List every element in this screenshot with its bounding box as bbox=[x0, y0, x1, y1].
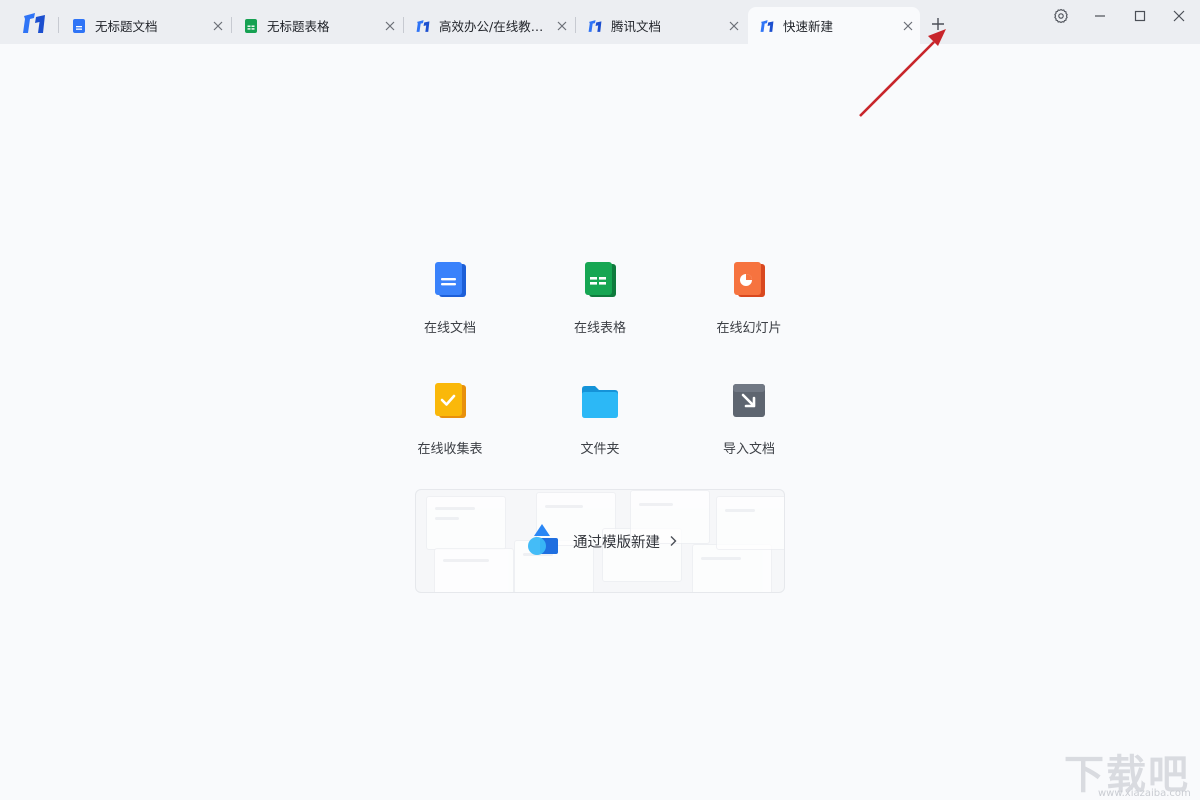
minimize-icon bbox=[1095, 15, 1105, 17]
tile-label: 在线文档 bbox=[423, 321, 476, 336]
maximize-icon bbox=[1134, 10, 1146, 22]
new-online-doc-tile[interactable]: 在线文档 bbox=[395, 260, 505, 350]
import-doc-icon bbox=[733, 384, 765, 417]
online-form-icon bbox=[435, 383, 466, 418]
chevron-right-icon bbox=[670, 536, 677, 546]
new-online-form-tile[interactable]: 在线收集表 bbox=[395, 381, 505, 471]
tab-separator bbox=[58, 17, 59, 33]
folder-icon bbox=[582, 386, 618, 418]
new-online-slides-tile[interactable]: 在线幻灯片 bbox=[694, 260, 804, 350]
online-slides-icon bbox=[734, 262, 765, 297]
sheet-icon bbox=[245, 18, 257, 33]
template-preview bbox=[716, 496, 784, 550]
tab-label: 高效办公/在线教育... bbox=[439, 19, 548, 34]
new-folder-tile[interactable]: 文件夹 bbox=[545, 381, 655, 471]
watermark-url: www.xiazaiba.com bbox=[1098, 788, 1191, 799]
app-logo-icon bbox=[416, 19, 430, 32]
template-preview bbox=[434, 548, 514, 592]
tab-quick-new[interactable]: 快速新建 bbox=[748, 7, 920, 44]
plus-icon bbox=[932, 18, 944, 30]
app-logo-icon[interactable] bbox=[22, 12, 46, 34]
tab-tencent-docs[interactable]: 腾讯文档 bbox=[576, 7, 746, 44]
tile-label: 在线收集表 bbox=[417, 442, 483, 457]
close-window-button[interactable] bbox=[1168, 5, 1190, 27]
new-from-template-card[interactable]: 通过模版新建 bbox=[415, 489, 785, 593]
app-logo-icon bbox=[760, 19, 774, 32]
close-icon[interactable] bbox=[382, 18, 398, 34]
template-content: 通过模版新建 bbox=[526, 522, 678, 560]
settings-button[interactable] bbox=[1050, 5, 1072, 27]
tile-label: 在线幻灯片 bbox=[716, 321, 782, 336]
template-preview bbox=[692, 544, 772, 592]
online-doc-icon bbox=[435, 262, 466, 297]
tab-label: 快速新建 bbox=[783, 19, 834, 34]
gear-icon bbox=[1054, 8, 1068, 24]
watermark: 下载吧 www.xiazaiba.com bbox=[1064, 742, 1194, 800]
online-sheet-icon bbox=[585, 262, 616, 297]
tile-label: 导入文档 bbox=[722, 442, 775, 457]
close-icon[interactable] bbox=[900, 18, 916, 34]
template-preview bbox=[426, 496, 506, 550]
new-online-sheet-tile[interactable]: 在线表格 bbox=[545, 260, 655, 350]
tile-label: 文件夹 bbox=[580, 442, 620, 457]
tab-label: 无标题文档 bbox=[95, 19, 158, 34]
tab-efficient-office[interactable]: 高效办公/在线教育... bbox=[404, 7, 574, 44]
tab-label: 无标题表格 bbox=[267, 19, 330, 34]
template-shapes-icon bbox=[528, 524, 558, 555]
title-bar: 无标题文档 无标题表格 高效办公/在线教育... 腾讯文档 快速新建 bbox=[0, 0, 1200, 44]
minimize-button[interactable] bbox=[1089, 5, 1111, 27]
new-tab-button[interactable] bbox=[928, 14, 948, 34]
template-label: 通过模版新建 bbox=[573, 534, 660, 551]
close-icon[interactable] bbox=[726, 18, 742, 34]
tab-label: 腾讯文档 bbox=[611, 19, 662, 34]
tab-untitled-sheet[interactable]: 无标题表格 bbox=[232, 7, 402, 44]
tile-label: 在线表格 bbox=[573, 321, 626, 336]
close-icon[interactable] bbox=[210, 18, 226, 34]
close-icon bbox=[1173, 10, 1185, 22]
doc-icon bbox=[73, 18, 85, 33]
close-icon[interactable] bbox=[554, 18, 570, 34]
tab-untitled-doc[interactable]: 无标题文档 bbox=[60, 7, 230, 44]
app-logo-icon bbox=[588, 19, 602, 32]
import-doc-tile[interactable]: 导入文档 bbox=[694, 381, 804, 471]
maximize-button[interactable] bbox=[1129, 5, 1151, 27]
